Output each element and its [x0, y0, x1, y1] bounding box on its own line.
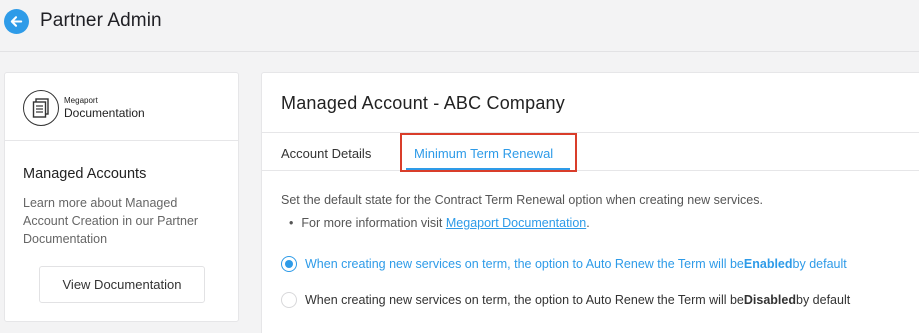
account-title: Managed Account - ABC Company: [281, 93, 565, 113]
document-icon: [23, 90, 59, 126]
logo-small-text: Megaport: [64, 96, 98, 105]
option-disabled-prefix: When creating new services on term, the …: [305, 293, 744, 307]
sidebar-panel: Megaport Documentation Managed Accounts …: [4, 72, 239, 322]
bullet-suffix: .: [586, 216, 590, 230]
bullet-dot: •: [289, 216, 294, 230]
view-documentation-button[interactable]: View Documentation: [39, 266, 205, 303]
megaport-documentation-link[interactable]: Megaport Documentation: [446, 216, 586, 230]
radio-unselected-icon[interactable]: [281, 292, 297, 308]
active-tab-indicator: [406, 168, 570, 170]
arrow-left-icon: [10, 16, 23, 27]
page-title: Partner Admin: [40, 10, 162, 31]
megaport-documentation-logo: Megaport Documentation: [23, 90, 145, 126]
logo-big-text: Documentation: [64, 106, 145, 120]
radio-option-disabled[interactable]: When creating new services on term, the …: [281, 292, 850, 308]
title-divider: [262, 132, 919, 133]
option-disabled-bold: Disabled: [743, 293, 796, 307]
sidebar-heading: Managed Accounts: [23, 166, 147, 182]
renewal-description: Set the default state for the Contract T…: [281, 193, 763, 207]
back-button[interactable]: [4, 9, 29, 34]
radio-selected-icon[interactable]: [281, 256, 297, 272]
radio-option-enabled[interactable]: When creating new services on term, the …: [281, 256, 847, 272]
info-bullet: • For more information visit Megaport Doc…: [289, 216, 590, 230]
tab-minimum-term-renewal[interactable]: Minimum Term Renewal: [414, 146, 553, 161]
option-enabled-prefix: When creating new services on term, the …: [305, 257, 744, 271]
tab-account-details[interactable]: Account Details: [281, 146, 371, 161]
option-enabled-suffix: by default: [792, 257, 847, 271]
sidebar-divider: [5, 140, 238, 141]
top-bar: Partner Admin: [0, 0, 919, 52]
sidebar-description: Learn more about Managed Account Creatio…: [23, 196, 199, 246]
option-disabled-suffix: by default: [796, 293, 851, 307]
main-panel: Managed Account - ABC Company Account De…: [261, 72, 919, 333]
option-enabled-bold: Enabled: [743, 257, 793, 271]
bullet-prefix: For more information visit: [301, 216, 446, 230]
tabs-divider: [262, 170, 919, 171]
